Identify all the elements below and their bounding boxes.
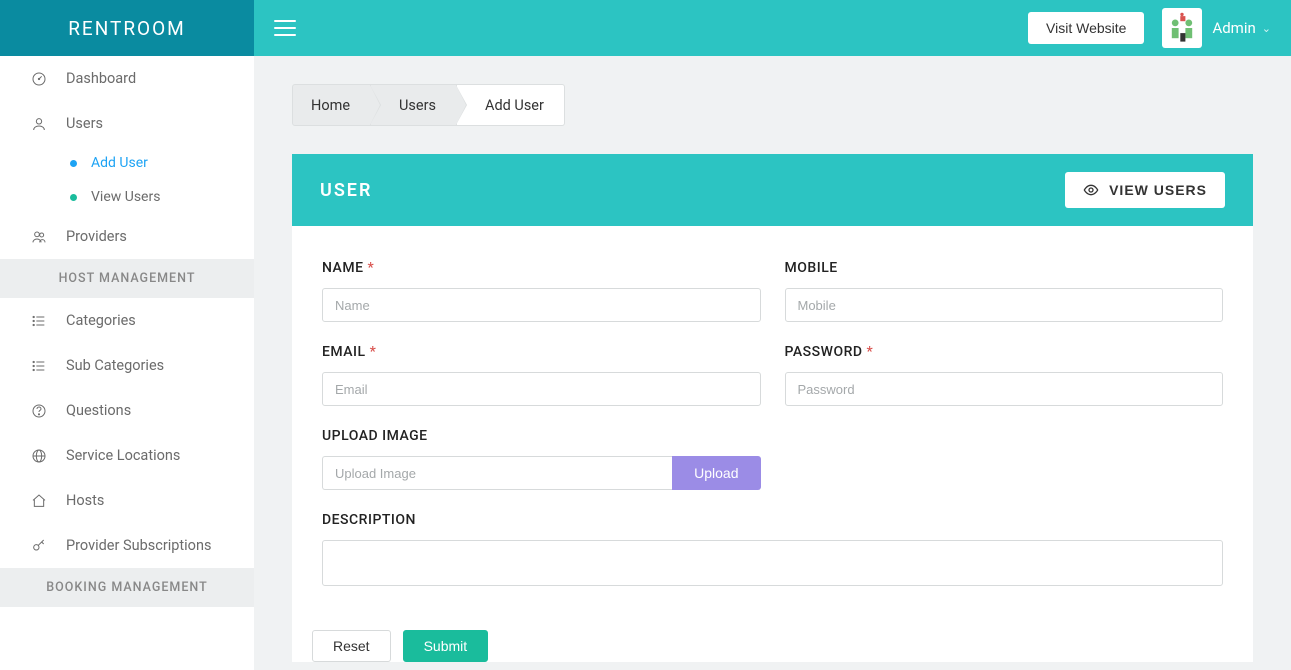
- sidebar-subitem-label: Add User: [91, 155, 148, 171]
- breadcrumb-add-user: Add User: [457, 84, 565, 126]
- required-mark: *: [370, 344, 377, 360]
- reset-button[interactable]: Reset: [312, 630, 391, 662]
- card-title: USER: [320, 180, 1065, 201]
- visit-website-button[interactable]: Visit Website: [1028, 12, 1144, 44]
- required-mark: *: [367, 260, 374, 276]
- key-icon: [30, 538, 48, 554]
- top-header: Visit Website Admin ⌄: [254, 0, 1291, 56]
- email-label: EMAIL *: [322, 344, 761, 360]
- menu-toggle-icon[interactable]: [274, 15, 296, 41]
- sidebar-item-label: Users: [66, 115, 103, 132]
- chevron-down-icon: ⌄: [1262, 22, 1271, 35]
- upload-image-label: UPLOAD IMAGE: [322, 428, 761, 444]
- upload-image-input[interactable]: [322, 456, 672, 490]
- sidebar: Dashboard Users Add User View Users Prov…: [0, 56, 254, 670]
- globe-icon: [30, 448, 48, 464]
- sidebar-item-dashboard[interactable]: Dashboard: [0, 56, 254, 101]
- password-label: PASSWORD *: [785, 344, 1224, 360]
- user-label: Admin: [1212, 19, 1255, 37]
- sidebar-subitem-add-user[interactable]: Add User: [0, 146, 254, 180]
- sidebar-item-label: Providers: [66, 228, 127, 245]
- sidebar-item-sub-categories[interactable]: Sub Categories: [0, 343, 254, 388]
- bullet-icon: [70, 160, 77, 167]
- sidebar-item-hosts[interactable]: Hosts: [0, 478, 254, 523]
- password-input[interactable]: [785, 372, 1224, 406]
- sidebar-item-provider-subscriptions[interactable]: Provider Subscriptions: [0, 523, 254, 568]
- help-icon: [30, 403, 48, 419]
- sidebar-item-providers[interactable]: Providers: [0, 214, 254, 259]
- user-icon: [30, 116, 48, 132]
- sidebar-section-booking: BOOKING MANAGEMENT: [0, 568, 254, 607]
- bullet-icon: [70, 194, 77, 201]
- sidebar-item-label: Dashboard: [66, 70, 136, 87]
- view-users-button-label: VIEW USERS: [1109, 182, 1207, 198]
- upload-button[interactable]: Upload: [672, 456, 760, 490]
- required-mark: *: [867, 344, 874, 360]
- submit-button[interactable]: Submit: [403, 630, 489, 662]
- breadcrumb-users[interactable]: Users: [371, 84, 457, 126]
- sidebar-item-label: Hosts: [66, 492, 104, 509]
- mobile-label: MOBILE: [785, 260, 1224, 276]
- sidebar-subitem-view-users[interactable]: View Users: [0, 180, 254, 214]
- breadcrumb: Home Users Add User: [292, 84, 1253, 126]
- sidebar-item-users[interactable]: Users: [0, 101, 254, 146]
- user-menu-dropdown[interactable]: Admin ⌄: [1212, 19, 1271, 37]
- description-input[interactable]: [322, 540, 1223, 586]
- sidebar-item-label: Categories: [66, 312, 136, 329]
- eye-icon: [1083, 182, 1099, 198]
- breadcrumb-home[interactable]: Home: [292, 84, 371, 126]
- sidebar-item-label: Service Locations: [66, 447, 180, 464]
- sidebar-section-host: HOST MANAGEMENT: [0, 259, 254, 298]
- mobile-input[interactable]: [785, 288, 1224, 322]
- sidebar-item-questions[interactable]: Questions: [0, 388, 254, 433]
- list-icon: [30, 358, 48, 374]
- sidebar-subitem-label: View Users: [91, 189, 160, 205]
- sidebar-item-service-locations[interactable]: Service Locations: [0, 433, 254, 478]
- sidebar-item-label: Sub Categories: [66, 357, 164, 374]
- list-icon: [30, 313, 48, 329]
- card-header: USER VIEW USERS: [292, 154, 1253, 226]
- brand-logo: RENTROOM: [0, 0, 254, 56]
- form-actions: Reset Submit: [292, 620, 1253, 662]
- home-icon: [30, 493, 48, 509]
- dashboard-icon: [30, 71, 48, 87]
- name-input[interactable]: [322, 288, 761, 322]
- sidebar-item-label: Provider Subscriptions: [66, 537, 211, 554]
- user-form-card: USER VIEW USERS NAME * MOBILE: [292, 154, 1253, 662]
- main-content: Home Users Add User USER VIEW USERS NAME…: [254, 56, 1291, 670]
- sidebar-item-label: Questions: [66, 402, 131, 419]
- view-users-button[interactable]: VIEW USERS: [1065, 172, 1225, 208]
- providers-icon: [30, 229, 48, 245]
- description-label: DESCRIPTION: [322, 512, 1223, 528]
- email-input[interactable]: [322, 372, 761, 406]
- form-body: NAME * MOBILE EMAIL *: [292, 226, 1253, 620]
- sidebar-item-categories[interactable]: Categories: [0, 298, 254, 343]
- avatar[interactable]: [1162, 8, 1202, 48]
- name-label: NAME *: [322, 260, 761, 276]
